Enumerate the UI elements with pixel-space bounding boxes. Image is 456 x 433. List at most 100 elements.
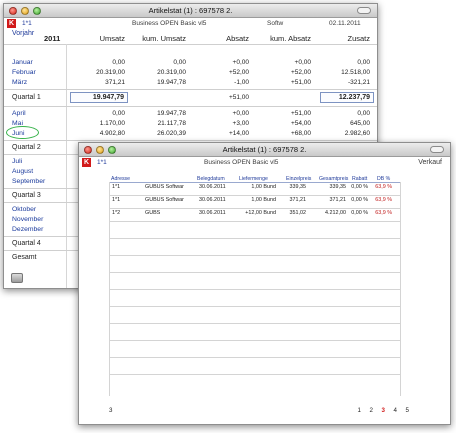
grid-line <box>109 289 401 290</box>
grid-line <box>109 255 401 256</box>
month-label[interactable]: September <box>12 178 45 185</box>
grid-line <box>109 208 401 209</box>
user-name: Softw <box>267 20 284 27</box>
quarter-umsatz-box: 19.947,79 <box>70 92 128 103</box>
kum-umsatz-value: 21.117,78 <box>157 120 186 127</box>
liefermenge-value: +12,00 Bund <box>245 210 276 216</box>
month-label[interactable]: Februar <box>12 69 36 76</box>
gesamtpreis-value: 339,35 <box>329 184 347 190</box>
kum-absatz-value: +68,00 <box>290 130 311 137</box>
grid-line <box>109 238 401 239</box>
month-row-maerz: März 371,21 19.947,78 -1,00 +51,00 -321,… <box>4 78 377 87</box>
info-bar: K 1*1 Business OPEN Basic vl5 Verkauf <box>79 157 450 168</box>
einzelpreis-value: 371,21 <box>289 197 307 203</box>
rabatt-value: 0,00 % <box>351 210 368 216</box>
month-row-juni: Juni 4.902,80 26.020,39 +14,00 +68,00 2.… <box>4 126 377 139</box>
kum-absatz-value: +0,00 <box>294 59 311 66</box>
absatz-value: +14,00 <box>228 130 249 137</box>
k-logo-icon: K <box>82 158 91 167</box>
kum-absatz-value: +54,00 <box>290 120 311 127</box>
total-label: Gesamt <box>12 254 37 261</box>
month-label[interactable]: November <box>12 216 43 223</box>
grid-line <box>109 357 401 358</box>
absatz-value: -1,00 <box>234 79 249 86</box>
month-label[interactable]: Juli <box>12 158 22 165</box>
umsatz-value: 371,21 <box>105 79 125 86</box>
row-divider <box>4 89 377 90</box>
kum-umsatz-value: 19.947,78 <box>157 79 186 86</box>
month-label[interactable]: Oktober <box>12 206 36 213</box>
grid-line <box>109 272 401 273</box>
grid-line <box>109 340 401 341</box>
page-link-3-active[interactable]: 3 <box>382 407 385 414</box>
page-link-5[interactable]: 5 <box>406 407 409 414</box>
umsatz-value: 0,00 <box>112 110 125 117</box>
previous-year-link[interactable]: Vorjahr <box>12 30 34 37</box>
table-row[interactable]: 1*1 GUBUS Softwar 30.06.2011 1,00 Bund 3… <box>79 184 450 193</box>
page-link-4[interactable]: 4 <box>394 407 397 414</box>
toolbar-toggle-button[interactable] <box>430 146 444 153</box>
header-kum-absatz: kum. Absatz <box>270 34 311 43</box>
belegdatum-value: 30.06.2011 <box>199 197 226 203</box>
quarter-label: Quartal 1 <box>12 94 41 101</box>
month-label[interactable]: August <box>12 168 33 175</box>
header-kum-umsatz: kum. Umsatz <box>142 34 186 43</box>
absatz-value: +0,00 <box>232 59 249 66</box>
grid-border <box>109 182 110 396</box>
table-row[interactable]: 1*2 GUBS 30.06.2011 +12,00 Bund 351,02 4… <box>79 210 450 219</box>
month-label[interactable]: Januar <box>12 59 33 66</box>
print-icon[interactable] <box>11 273 23 283</box>
quarter-label: Quartal 3 <box>12 192 41 199</box>
quarter-zusatz-value: 12.237,79 <box>338 94 370 101</box>
header-zusatz: Zusatz <box>347 34 370 43</box>
grid-line <box>109 306 401 307</box>
belegdatum-value: 30.06.2011 <box>199 184 226 190</box>
grid-line <box>109 323 401 324</box>
absatz-value: +0,00 <box>232 110 249 117</box>
kum-absatz-value: +51,00 <box>290 79 311 86</box>
gesamtpreis-value: 4.212,00 <box>325 210 346 216</box>
address-id: 1*1 <box>112 197 121 203</box>
page-link-2[interactable]: 2 <box>370 407 373 414</box>
row-divider <box>4 140 377 141</box>
zusatz-value: 2.982,60 <box>344 130 370 137</box>
quarter-row-1: Quartal 1 19.947,79 +51,00 12.237,79 <box>4 92 377 104</box>
kum-umsatz-value: 0,00 <box>173 59 186 66</box>
gesamtpreis-value: 371,21 <box>329 197 347 203</box>
page-link-1[interactable]: 1 <box>358 407 361 414</box>
k-logo-icon: K <box>7 19 16 28</box>
table-row[interactable]: 1*1 GUBUS Softwar 30.06.2011 1,00 Bund 3… <box>79 197 450 206</box>
info-bar: K 1*1 Business OPEN Basic vl5 Softw 02.1… <box>4 18 377 29</box>
grid-line <box>109 195 401 196</box>
record-id[interactable]: 1*1 <box>22 20 32 27</box>
einzelpreis-value: 339,35 <box>289 184 307 190</box>
toolbar-toggle-button[interactable] <box>357 7 371 14</box>
rabatt-value: 0,00 % <box>351 184 368 190</box>
kum-umsatz-value: 26.020,39 <box>157 130 186 137</box>
address-id: 1*1 <box>112 184 121 190</box>
month-label[interactable]: Dezember <box>12 226 43 233</box>
address-name: GUBUS Softwar <box>145 184 184 190</box>
address-id: 1*2 <box>112 210 121 216</box>
umsatz-value: 0,00 <box>112 59 125 66</box>
header-umsatz: Umsatz <box>99 34 125 43</box>
month-label[interactable]: April <box>12 110 26 117</box>
record-id[interactable]: 1*1 <box>97 159 107 166</box>
address-name: GUBS <box>145 210 161 216</box>
title-bar[interactable]: Artikelstat (1) : 697578 2. <box>79 143 450 157</box>
highlight-circle <box>6 126 39 139</box>
kum-umsatz-value: 20.319,00 <box>157 69 186 76</box>
liefermenge-value: 1,00 Bund <box>251 184 276 190</box>
title-bar[interactable]: Artikelstat (1) : 697578 2. <box>4 4 377 18</box>
month-row-februar: Februar 20.319,00 20.319,00 +52,00 +52,0… <box>4 68 377 77</box>
zusatz-value: 12.518,00 <box>341 69 370 76</box>
db-value: 63,9 % <box>375 184 392 190</box>
grid-header-divider <box>109 182 401 183</box>
kum-absatz-value: +51,00 <box>290 110 311 117</box>
window-title: Artikelstat (1) : 697578 2. <box>222 145 307 154</box>
window-title: Artikelstat (1) : 697578 2. <box>148 6 233 15</box>
quarter-label: Quartal 4 <box>12 240 41 247</box>
db-value: 63,9 % <box>375 210 392 216</box>
header-divider <box>4 44 377 45</box>
month-label[interactable]: März <box>12 79 27 86</box>
